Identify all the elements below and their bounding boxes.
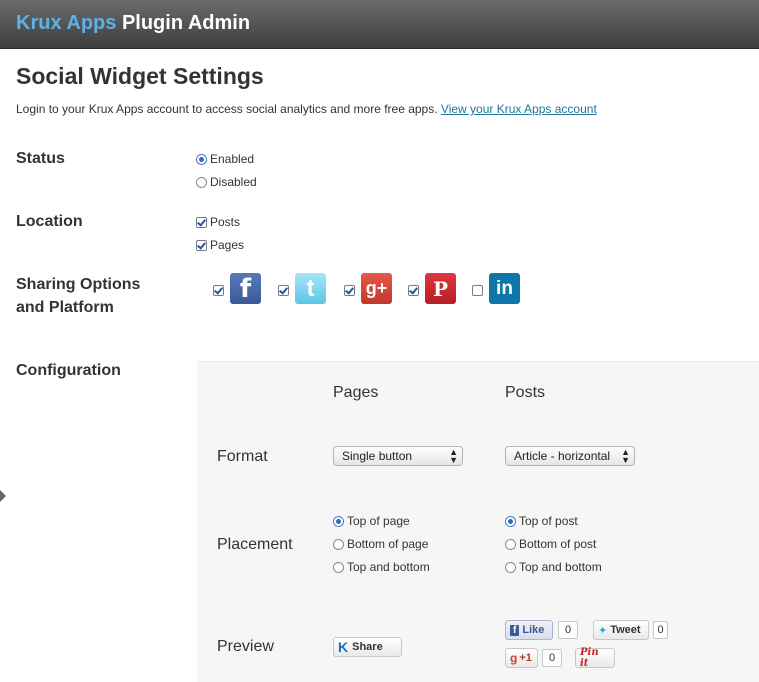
google-plus-checkbox[interactable]	[344, 285, 355, 296]
google-plusone-count: 0	[542, 649, 562, 667]
posts-placement-top-label: Top of post	[519, 514, 578, 528]
preview-label: Preview	[217, 638, 274, 655]
facebook-like-count: 0	[558, 621, 578, 639]
configuration-label: Configuration	[16, 362, 121, 379]
pages-format-select[interactable]: Single button ▲ ▼	[333, 446, 463, 466]
pages-placement-bottom-radio[interactable]	[333, 538, 344, 550]
intro-text: Login to your Krux Apps account to acces…	[16, 102, 597, 116]
pages-placement-top[interactable]: Top of page	[333, 513, 410, 529]
placement-label: Placement	[217, 536, 293, 553]
pinterest-pin-it-button[interactable]: Pin it	[575, 647, 615, 669]
sharing-label: Sharing Options and Platform	[16, 273, 140, 319]
status-enabled-option[interactable]: Enabled	[196, 151, 254, 167]
status-label: Status	[16, 150, 65, 167]
posts-placement-bottom-radio[interactable]	[505, 538, 516, 550]
page-title: Social Widget Settings	[16, 63, 264, 89]
facebook-like-button[interactable]: f Like	[505, 620, 553, 640]
facebook-icon: f	[230, 273, 261, 304]
status-disabled-radio[interactable]	[196, 176, 207, 188]
side-tab-arrow-icon[interactable]	[0, 484, 6, 508]
status-disabled-option[interactable]: Disabled	[196, 174, 257, 190]
sharing-label-line2: and Platform	[16, 299, 114, 316]
posts-placement-top[interactable]: Top of post	[505, 513, 578, 529]
select-arrows-icon: ▲ ▼	[449, 447, 458, 465]
krux-account-link[interactable]: View your Krux Apps account	[441, 102, 597, 116]
twitter-icon: t	[295, 273, 326, 304]
location-label: Location	[16, 213, 83, 230]
facebook-like-label: Like	[522, 624, 545, 636]
location-pages-label: Pages	[210, 238, 245, 252]
facebook-like-icon: f	[510, 624, 520, 636]
location-posts-option[interactable]: Posts	[196, 214, 240, 230]
config-col-pages: Pages	[333, 384, 379, 401]
krux-share-icon: K	[338, 639, 349, 655]
pinterest-checkbox[interactable]	[408, 285, 419, 296]
google-g-icon: g	[510, 651, 518, 665]
posts-placement-both-label: Top and bottom	[519, 560, 602, 574]
tweet-count: 0	[653, 621, 668, 639]
krux-share-label: Share	[352, 641, 383, 653]
format-label: Format	[217, 448, 268, 465]
posts-placement-bottom-label: Bottom of post	[519, 537, 597, 551]
status-enabled-radio[interactable]	[196, 153, 207, 165]
brand-krux-apps: Krux Apps	[16, 12, 117, 34]
posts-placement-both-radio[interactable]	[505, 561, 516, 573]
tweet-label: Tweet	[610, 624, 641, 636]
facebook-checkbox[interactable]	[213, 285, 224, 296]
pages-placement-top-label: Top of page	[347, 514, 410, 528]
configuration-panel: Pages Posts Format Single button ▲ ▼ Arti…	[197, 361, 759, 682]
tweet-button[interactable]: ✦ Tweet	[593, 620, 649, 640]
pages-placement-both-radio[interactable]	[333, 561, 344, 573]
pages-format-value: Single button	[342, 449, 413, 463]
posts-placement-both[interactable]: Top and bottom	[505, 559, 602, 575]
pages-placement-bottom-label: Bottom of page	[347, 537, 429, 551]
pinterest-icon: P	[425, 273, 456, 304]
posts-format-value: Article - horizontal	[514, 449, 611, 463]
pages-placement-both[interactable]: Top and bottom	[333, 559, 430, 575]
pages-placement-bottom[interactable]: Bottom of page	[333, 536, 428, 552]
posts-placement-top-radio[interactable]	[505, 515, 516, 527]
linkedin-icon: in	[489, 273, 520, 304]
app-brand: Krux Apps Plugin Admin	[16, 12, 250, 35]
select-arrows-icon: ▲ ▼	[621, 447, 630, 465]
location-posts-label: Posts	[210, 215, 241, 229]
location-pages-option[interactable]: Pages	[196, 237, 244, 253]
status-enabled-label: Enabled	[210, 152, 255, 166]
krux-share-button[interactable]: K Share	[333, 637, 402, 657]
posts-placement-bottom[interactable]: Bottom of post	[505, 536, 596, 552]
google-plusone-button[interactable]: g +1	[505, 648, 538, 668]
brand-plugin-admin: Plugin Admin	[116, 12, 251, 34]
admin-header: Krux Apps Plugin Admin	[0, 0, 759, 49]
intro-description: Login to your Krux Apps account to acces…	[16, 102, 441, 116]
google-plusone-label: +1	[519, 652, 532, 664]
status-disabled-label: Disabled	[210, 175, 257, 189]
sharing-label-line1: Sharing Options	[16, 276, 141, 293]
location-pages-checkbox[interactable]	[196, 239, 207, 251]
pages-placement-top-radio[interactable]	[333, 515, 344, 527]
linkedin-checkbox[interactable]	[472, 285, 483, 296]
posts-format-select[interactable]: Article - horizontal ▲ ▼	[505, 446, 635, 466]
pages-placement-both-label: Top and bottom	[347, 560, 430, 574]
location-posts-checkbox[interactable]	[196, 216, 207, 228]
config-col-posts: Posts	[505, 384, 546, 401]
twitter-bird-icon: ✦	[598, 624, 608, 637]
twitter-checkbox[interactable]	[278, 285, 289, 296]
google-plus-icon: g+	[361, 273, 392, 304]
